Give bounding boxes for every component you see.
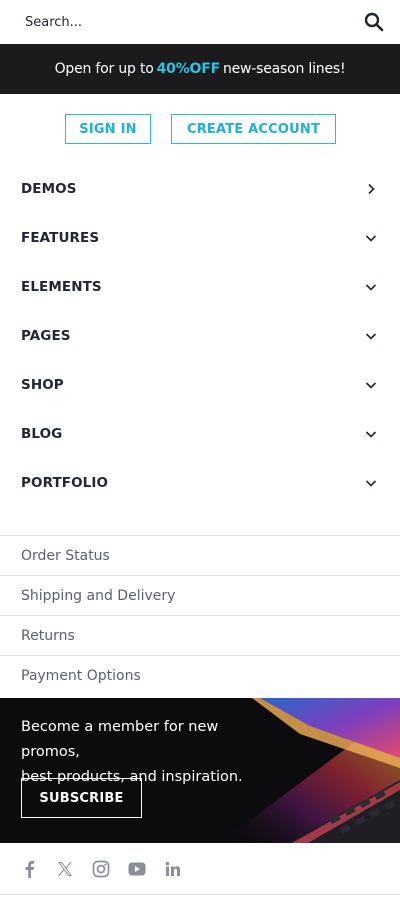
menu-item-label: BLOG bbox=[21, 425, 63, 442]
chevron-down-icon bbox=[365, 477, 377, 489]
main-menu: DEMOS FEATURES ELEMENTS PAGES SHOP BLOG bbox=[0, 164, 400, 507]
chevron-right-icon bbox=[365, 183, 377, 195]
menu-item-elements[interactable]: ELEMENTS bbox=[0, 262, 400, 311]
menu-item-portfolio[interactable]: PORTFOLIO bbox=[0, 458, 400, 507]
search-input[interactable] bbox=[25, 14, 362, 30]
chevron-down-icon bbox=[365, 232, 377, 244]
chevron-down-icon bbox=[365, 330, 377, 342]
facebook-icon[interactable] bbox=[18, 858, 40, 880]
social-links bbox=[0, 843, 400, 895]
chevron-down-icon bbox=[365, 428, 377, 440]
subscribe-button[interactable]: SUBSCRIBE bbox=[21, 778, 142, 818]
youtube-icon[interactable] bbox=[126, 858, 148, 880]
promo-text-before: Open for up to bbox=[54, 61, 154, 77]
link-shipping-delivery[interactable]: Shipping and Delivery bbox=[0, 576, 400, 616]
search-bar bbox=[0, 0, 400, 44]
menu-item-label: ELEMENTS bbox=[21, 278, 102, 295]
link-returns[interactable]: Returns bbox=[0, 616, 400, 656]
banner-line-1: Become a member for new promos, bbox=[21, 719, 219, 760]
auth-buttons: SIGN IN CREATE ACCOUNT bbox=[0, 114, 400, 144]
instagram-icon[interactable] bbox=[90, 858, 112, 880]
menu-item-label: FEATURES bbox=[21, 229, 100, 246]
menu-item-label: DEMOS bbox=[21, 180, 77, 197]
linkedin-icon[interactable] bbox=[162, 858, 184, 880]
chevron-down-icon bbox=[365, 281, 377, 293]
menu-item-features[interactable]: FEATURES bbox=[0, 213, 400, 262]
menu-item-pages[interactable]: PAGES bbox=[0, 311, 400, 360]
link-order-status[interactable]: Order Status bbox=[0, 536, 400, 576]
menu-item-shop[interactable]: SHOP bbox=[0, 360, 400, 409]
menu-item-demos[interactable]: DEMOS bbox=[0, 164, 400, 213]
promo-discount: 40%OFF bbox=[156, 61, 221, 77]
menu-item-label: PAGES bbox=[21, 327, 71, 344]
link-payment-options[interactable]: Payment Options bbox=[0, 656, 400, 696]
sign-in-button[interactable]: SIGN IN bbox=[65, 114, 151, 144]
create-account-button[interactable]: CREATE ACCOUNT bbox=[171, 114, 336, 144]
menu-item-blog[interactable]: BLOG bbox=[0, 409, 400, 458]
secondary-links: Order Status Shipping and Delivery Retur… bbox=[0, 535, 400, 696]
promo-text-after: new-season lines! bbox=[222, 61, 346, 77]
promo-banner: Open for up to 40%OFF new-season lines! bbox=[0, 44, 400, 94]
newsletter-banner: Become a member for new promos, best pro… bbox=[0, 698, 400, 843]
menu-item-label: SHOP bbox=[21, 376, 64, 393]
x-icon[interactable] bbox=[54, 858, 76, 880]
menu-item-label: PORTFOLIO bbox=[21, 474, 109, 491]
search-icon[interactable] bbox=[362, 10, 386, 34]
chevron-down-icon bbox=[365, 379, 377, 391]
